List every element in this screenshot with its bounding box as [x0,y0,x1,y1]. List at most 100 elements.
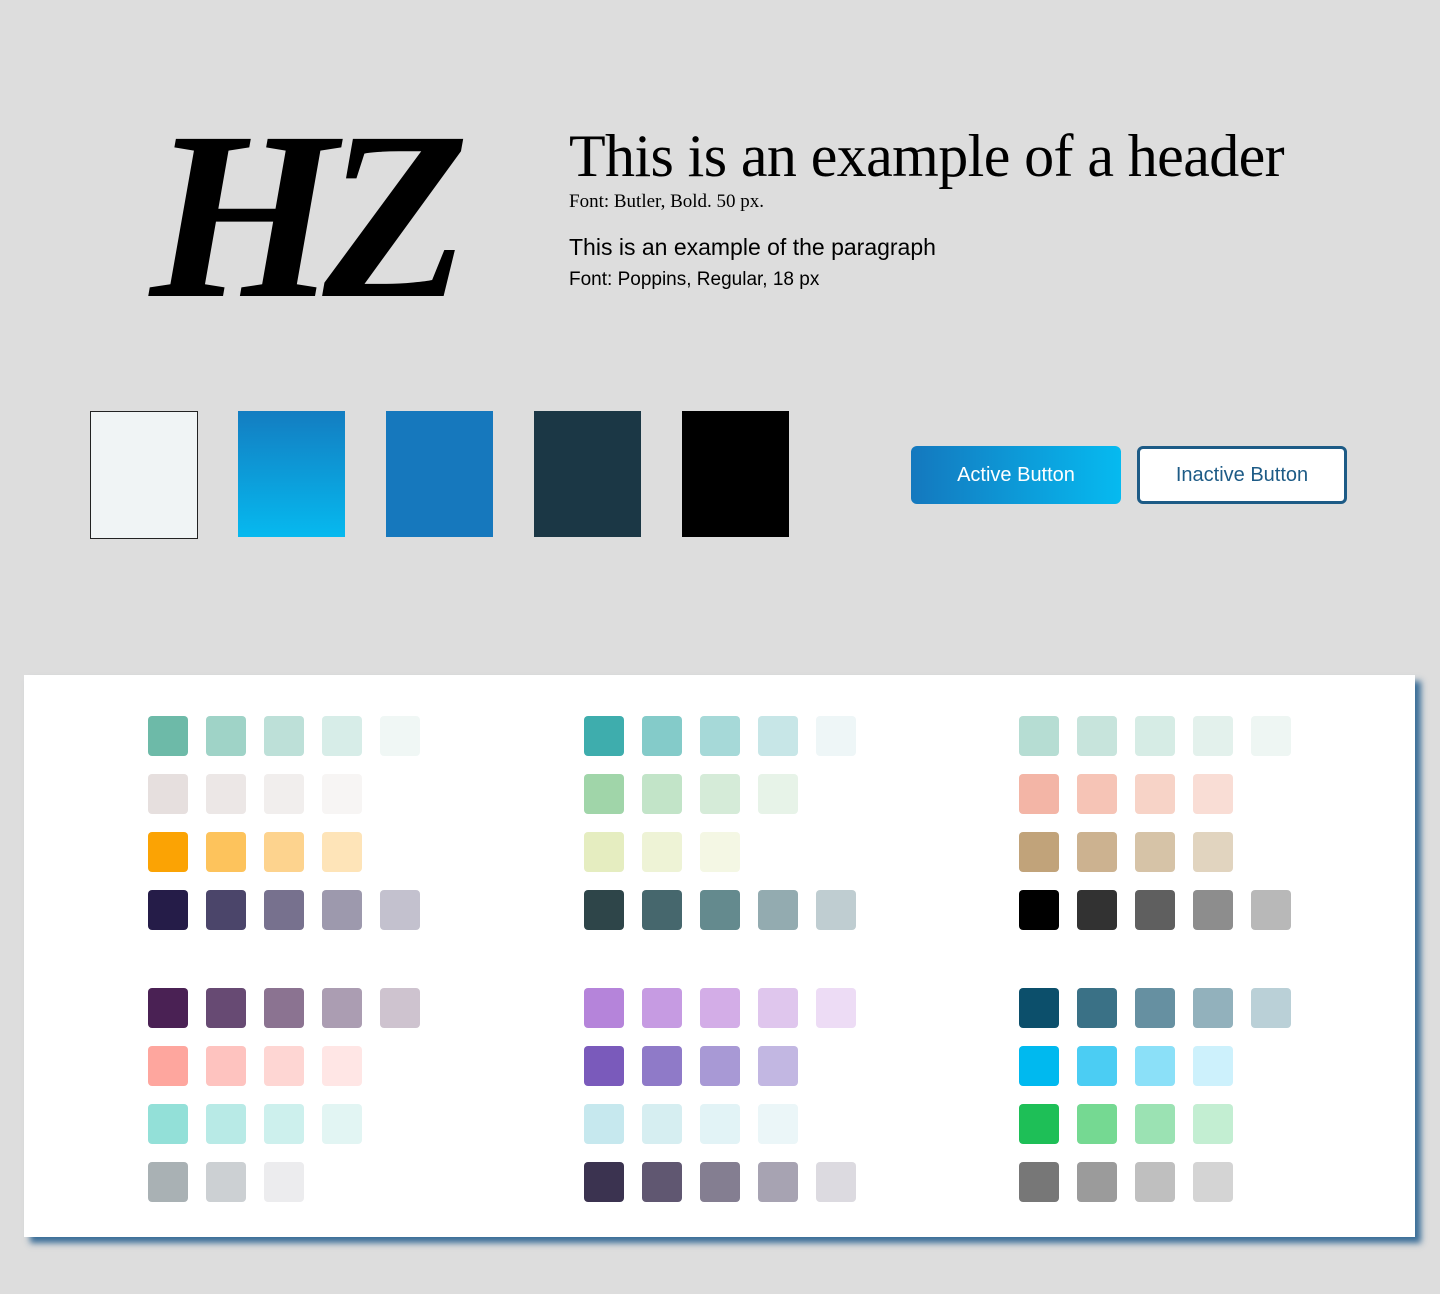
color-swatch [758,1046,798,1086]
color-swatch [1077,890,1117,930]
color-swatch [816,890,856,930]
color-swatch [700,1046,740,1086]
color-swatch [1193,988,1233,1028]
hz-logo: HZ [150,82,469,348]
color-swatch [758,988,798,1028]
color-swatch [1193,716,1233,756]
color-swatch [1077,774,1117,814]
color-swatch [816,716,856,756]
paragraph-example: This is an example of the paragraph [569,234,936,260]
color-swatch [1077,1162,1117,1202]
color-swatch [584,1046,624,1086]
color-swatch [1135,890,1175,930]
color-swatch [206,1046,246,1086]
primary-color-swatch [682,411,789,537]
primary-color-swatch [534,411,641,537]
color-swatch [380,988,420,1028]
color-swatch [322,716,362,756]
color-swatch [264,890,304,930]
color-swatch [1135,774,1175,814]
color-swatch [584,1104,624,1144]
color-swatch [584,1162,624,1202]
color-swatch [1193,832,1233,872]
color-swatch [816,1162,856,1202]
color-swatch [322,988,362,1028]
color-swatch [148,774,188,814]
color-swatch [1135,832,1175,872]
color-swatch [206,832,246,872]
color-swatch [758,716,798,756]
color-swatch [1077,1104,1117,1144]
primary-color-swatch [90,411,198,539]
color-swatch [1019,1104,1059,1144]
color-swatch [1077,716,1117,756]
color-swatch [380,890,420,930]
color-swatch [584,716,624,756]
color-swatch [206,1104,246,1144]
inactive-button[interactable]: Inactive Button [1137,446,1347,504]
color-swatch [1193,1162,1233,1202]
color-swatch [380,716,420,756]
color-swatch [584,890,624,930]
color-swatch [1193,890,1233,930]
color-swatch [642,716,682,756]
color-swatch [264,716,304,756]
color-palette-panel [24,675,1415,1237]
color-swatch [1019,774,1059,814]
color-swatch [1019,832,1059,872]
color-swatch [1251,988,1291,1028]
color-swatch [264,988,304,1028]
color-swatch [584,988,624,1028]
color-swatch [1193,1046,1233,1086]
color-swatch [642,890,682,930]
color-swatch [264,1162,304,1202]
header-example: This is an example of a header [569,123,1285,189]
color-swatch [264,1046,304,1086]
color-swatch [148,832,188,872]
color-swatch [642,832,682,872]
color-swatch [206,890,246,930]
color-swatch [1019,890,1059,930]
color-swatch [700,1162,740,1202]
color-swatch [1077,988,1117,1028]
color-swatch [816,988,856,1028]
color-swatch [148,890,188,930]
color-swatch [1077,832,1117,872]
color-swatch [584,774,624,814]
color-swatch [700,832,740,872]
color-swatch [1019,716,1059,756]
color-swatch [264,1104,304,1144]
color-swatch [1077,1046,1117,1086]
color-swatch [758,1162,798,1202]
color-swatch [148,1104,188,1144]
color-swatch [322,890,362,930]
color-swatch [1135,988,1175,1028]
color-swatch [322,1046,362,1086]
color-swatch [1019,1162,1059,1202]
color-swatch [642,774,682,814]
color-swatch [642,1104,682,1144]
color-swatch [322,774,362,814]
color-swatch [700,890,740,930]
active-button[interactable]: Active Button [911,446,1121,504]
color-swatch [1019,1046,1059,1086]
color-swatch [206,988,246,1028]
color-swatch [758,774,798,814]
color-swatch [206,716,246,756]
header-font-spec: Font: Butler, Bold. 50 px. [569,191,765,212]
color-swatch [206,774,246,814]
color-swatch [758,890,798,930]
color-swatch [148,1046,188,1086]
color-swatch [264,832,304,872]
color-swatch [700,988,740,1028]
color-swatch [1135,716,1175,756]
color-swatch [148,988,188,1028]
primary-color-swatch [238,411,345,537]
color-swatch [700,1104,740,1144]
primary-color-swatch [386,411,493,537]
color-swatch [642,988,682,1028]
color-swatch [1251,716,1291,756]
color-swatch [584,832,624,872]
color-swatch [322,1104,362,1144]
color-swatch [642,1046,682,1086]
